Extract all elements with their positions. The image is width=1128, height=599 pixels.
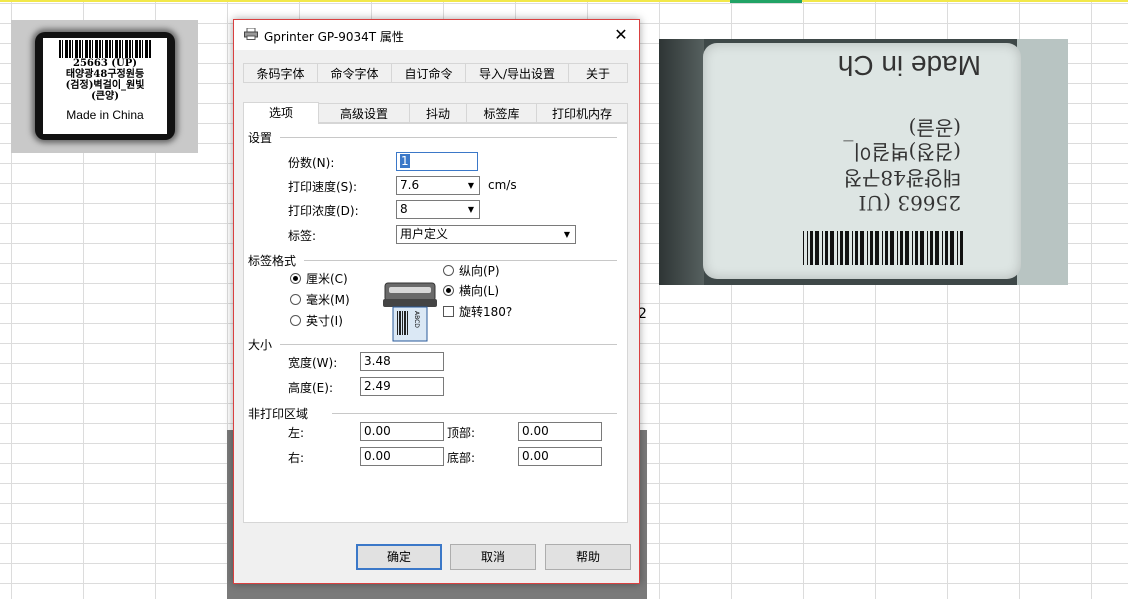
tab-label-library[interactable]: 标签库 <box>466 103 537 123</box>
speed-value: 7.6 <box>400 178 420 192</box>
right-margin-label: 右: <box>288 451 305 465</box>
height-label: 高度(E): <box>288 381 333 395</box>
tab-import-export[interactable]: 导入/导出设置 <box>465 63 569 83</box>
format-group-title: 标签格式 <box>248 252 301 269</box>
label-line-2: 태양광48구정원등 <box>65 69 145 80</box>
ok-button[interactable]: 确定 <box>356 544 442 570</box>
label-printer-icon: ABCD <box>383 282 437 342</box>
tab-barcode-font[interactable]: 条码字体 <box>243 63 318 83</box>
orientation-portrait-radio[interactable] <box>443 265 454 276</box>
orientation-landscape-radio[interactable] <box>443 285 454 296</box>
copies-label: 份数(N): <box>288 156 335 170</box>
photo-line-3: 태양광48구정 <box>843 166 961 190</box>
cancel-button[interactable]: 取消 <box>450 544 536 570</box>
tab-advanced[interactable]: 高级设置 <box>318 103 410 123</box>
top-margin-input[interactable]: 0.00 <box>518 422 602 441</box>
group-divider <box>280 344 617 345</box>
margins-group-title: 非打印区域 <box>248 405 313 422</box>
unit-mm-label: 毫米(M) <box>306 293 350 307</box>
photo-made-in: Made in Ch <box>837 50 981 81</box>
label-type-select[interactable]: 用户定义 ▼ <box>396 225 576 244</box>
density-select[interactable]: 8 ▼ <box>396 200 480 219</box>
unit-inch-radio[interactable] <box>290 315 301 326</box>
close-icon: ✕ <box>614 25 628 44</box>
density-value: 8 <box>400 202 408 216</box>
tab-dithering[interactable]: 抖动 <box>409 103 467 123</box>
label-made-in: Made in China <box>66 108 144 122</box>
size-group-title: 大小 <box>248 336 277 353</box>
label-backing-paper <box>1017 39 1068 285</box>
unit-inch-label: 英寸(I) <box>306 314 343 328</box>
photo-barcode <box>803 231 963 265</box>
label-preview-image[interactable]: 25663 (UP) 태양광48구정원등 (검정)벽걸이_원빛 (큰양) Mad… <box>11 20 198 153</box>
top-margin-label: 顶部: <box>447 426 476 440</box>
dialog-body: 条码字体 命令字体 自订命令 导入/导出设置 关于 高级设置 抖动 标签库 打印… <box>234 50 639 583</box>
rotate-180-checkbox[interactable] <box>443 306 454 317</box>
rotate-180-label: 旋转180? <box>459 305 513 319</box>
photo-line-4: 25663 (UI <box>858 191 961 215</box>
chevron-down-icon[interactable]: ▼ <box>560 227 574 242</box>
label-type-label: 标签: <box>288 229 317 243</box>
tab-command-font[interactable]: 命令字体 <box>317 63 392 83</box>
copies-value: 1 <box>400 154 410 168</box>
options-tab-panel: 设置 份数(N): 1 打印速度(S): 7.6 ▼ cm/s 打印浓度(D):… <box>243 123 628 523</box>
unit-cm-label: 厘米(C) <box>306 272 348 286</box>
density-label: 打印浓度(D): <box>288 204 359 218</box>
label-line-1: 25663 (UP) <box>73 58 137 69</box>
left-margin-label: 左: <box>288 426 305 440</box>
label-line-4: (큰양) <box>91 91 119 102</box>
width-label: 宽度(W): <box>288 356 338 370</box>
photo-line-2: (검정)벽걸이_ <box>843 140 961 164</box>
tab-printer-memory[interactable]: 打印机内存 <box>536 103 628 123</box>
mirrored-print: Made in Ch (공글) (검정)벽걸이_ 태양광48구정 25663 (… <box>703 43 1021 279</box>
unit-mm-radio[interactable] <box>290 294 301 305</box>
group-divider <box>332 413 617 414</box>
tab-options[interactable]: 选项 <box>243 102 319 124</box>
speed-label: 打印速度(S): <box>288 180 358 194</box>
chevron-down-icon[interactable]: ▼ <box>464 202 478 217</box>
group-divider <box>304 260 617 261</box>
speed-select[interactable]: 7.6 ▼ <box>396 176 480 195</box>
orientation-landscape-label: 横向(L) <box>459 284 500 298</box>
printed-label: Made in Ch (공글) (검정)벽걸이_ 태양광48구정 25663 (… <box>703 43 1021 279</box>
settings-group-title: 设置 <box>248 129 277 146</box>
tab-about[interactable]: 关于 <box>568 63 628 83</box>
tab-custom-command[interactable]: 自订命令 <box>391 63 466 83</box>
right-margin-input[interactable]: 0.00 <box>360 447 444 466</box>
label-card: 25663 (UP) 태양광48구정원등 (검정)벽걸이_원빛 (큰양) Mad… <box>35 32 175 140</box>
unit-cm-radio[interactable] <box>290 273 301 284</box>
label-face: 25663 (UP) 태양광48구정원등 (검정)벽걸이_원빛 (큰양) Mad… <box>43 38 167 134</box>
close-button[interactable]: ✕ <box>608 24 634 46</box>
group-divider <box>280 137 617 138</box>
left-margin-input[interactable]: 0.00 <box>360 422 444 441</box>
bottom-margin-label: 底部: <box>447 451 476 465</box>
label-line-3: (검정)벽걸이_원빛 <box>65 80 145 91</box>
dialog-title: Gprinter GP-9034T 属性 <box>264 30 404 44</box>
dialog-titlebar[interactable]: Gprinter GP-9034T 属性 ✕ <box>234 20 639 50</box>
active-column-indicator <box>730 0 802 3</box>
width-input[interactable]: 3.48 <box>360 352 444 371</box>
printer-properties-dialog: Gprinter GP-9034T 属性 ✕ 条码字体 命令字体 自订命令 导入… <box>233 19 640 584</box>
bottom-margin-input[interactable]: 0.00 <box>518 447 602 466</box>
copies-input[interactable]: 1 <box>396 152 478 171</box>
printed-label-photo[interactable]: Made in Ch (공글) (검정)벽걸이_ 태양광48구정 25663 (… <box>659 39 1068 285</box>
speed-unit: cm/s <box>488 178 517 192</box>
orientation-portrait-label: 纵向(P) <box>459 264 500 278</box>
label-roll-spool <box>659 39 704 285</box>
printer-icon-text: ABCD <box>413 311 420 328</box>
barcode-graphic <box>59 40 151 58</box>
chevron-down-icon[interactable]: ▼ <box>464 178 478 193</box>
height-input[interactable]: 2.49 <box>360 377 444 396</box>
printer-icon <box>244 28 258 40</box>
help-button[interactable]: 帮助 <box>545 544 631 570</box>
spreadsheet-top-edge <box>0 0 1128 2</box>
label-type-value: 用户定义 <box>400 227 449 241</box>
